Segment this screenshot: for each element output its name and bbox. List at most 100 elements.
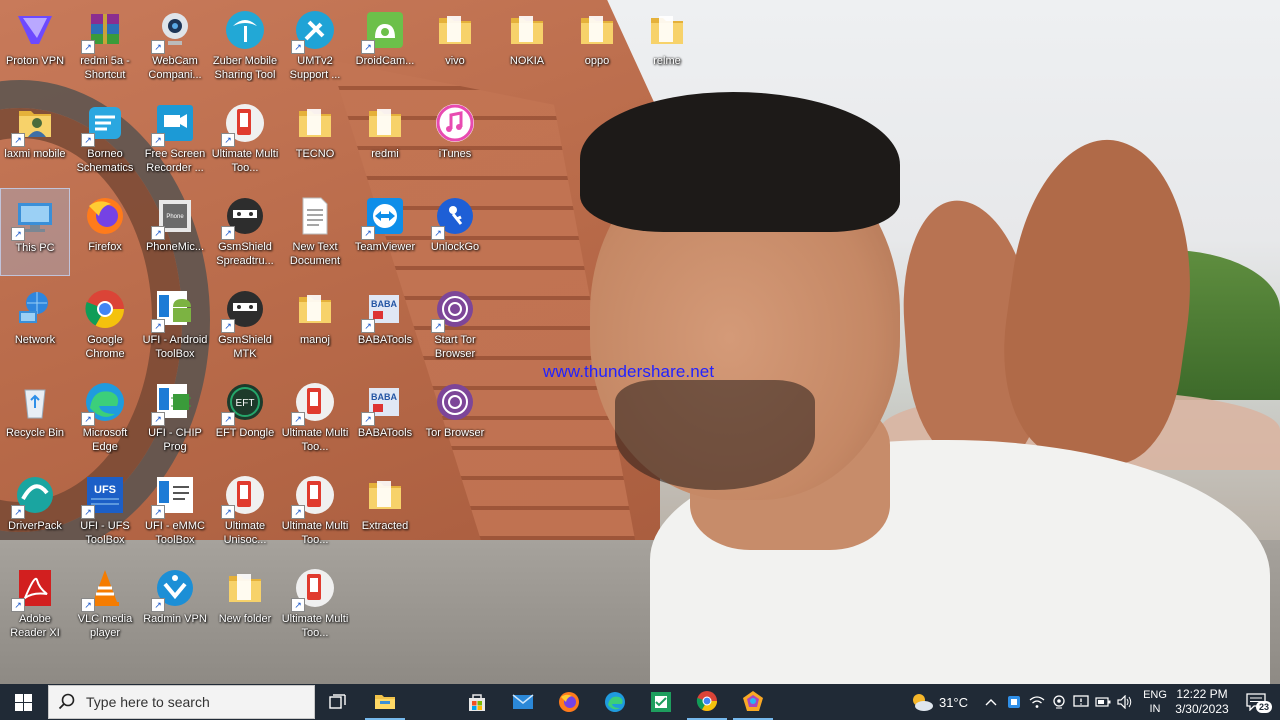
- desktop-icon-teamviewer[interactable]: ↗ TeamViewer: [350, 188, 420, 276]
- tray-volume[interactable]: [1114, 684, 1136, 720]
- tray-battery[interactable]: [1092, 684, 1114, 720]
- shortcut-arrow-icon: ↗: [81, 40, 95, 54]
- babatools-icon: BABA ↗: [361, 287, 407, 333]
- desktop-icon-label: Start Tor Browser: [434, 334, 476, 360]
- desktop-icon-webcam-compani[interactable]: ↗ WebCam Compani...: [140, 2, 210, 90]
- desktop-icon-extracted[interactable]: Extracted: [350, 467, 420, 555]
- palm-tree-icon: [223, 8, 267, 52]
- tray-app-blue[interactable]: [1003, 684, 1025, 720]
- desktop-icon-babatools[interactable]: BABA ↗ BABATools: [350, 374, 420, 462]
- desktop-icon-google-chrome[interactable]: Google Chrome: [70, 281, 140, 369]
- speaker-icon: [1117, 695, 1132, 709]
- desktop-icon-label: vivo: [445, 55, 465, 67]
- start-button[interactable]: [0, 684, 46, 720]
- desktop-icon-redmi[interactable]: redmi: [350, 95, 420, 183]
- show-hidden-icons-button[interactable]: [983, 684, 999, 720]
- desktop-icon-label: NOKIA: [509, 55, 545, 67]
- tray-network[interactable]: [1026, 684, 1048, 720]
- desktop-icon-ultimate-multi-too[interactable]: ↗ Ultimate Multi Too...: [280, 560, 350, 648]
- desktop-icon-ufi-android-toolbox[interactable]: ↗ UFI - Android ToolBox: [140, 281, 210, 369]
- weather-widget[interactable]: 31°C: [906, 684, 972, 720]
- driverpack-icon: ↗: [11, 473, 57, 519]
- desktop-icon-nokia[interactable]: NOKIA: [492, 2, 562, 90]
- desktop-icon-new-text-document[interactable]: New Text Document: [280, 188, 350, 276]
- notification-center-button[interactable]: 23: [1236, 684, 1276, 720]
- desktop-icon-radmin-vpn[interactable]: ↗ Radmin VPN: [140, 560, 210, 648]
- desktop-icon-vivo[interactable]: vivo: [420, 2, 490, 90]
- desktop-icon-tecno[interactable]: TECNO: [280, 95, 350, 183]
- search-input[interactable]: [86, 694, 306, 710]
- desktop-icon-unlockgo[interactable]: ↗ UnlockGo: [420, 188, 490, 276]
- desktop-icon-oppo[interactable]: oppo: [562, 2, 632, 90]
- desktop-icon-manoj[interactable]: manoj: [280, 281, 350, 369]
- desktop-icon-start-tor-browser[interactable]: ↗ Start Tor Browser: [420, 281, 490, 369]
- shortcut-arrow-icon: ↗: [151, 319, 165, 333]
- desktop[interactable]: www.thundershare.net Proton VPN ↗ redmi 5a…: [0, 0, 1280, 684]
- desktop-icon-free-screen-recorder[interactable]: ↗ Free Screen Recorder ...: [140, 95, 210, 183]
- tray-camera[interactable]: [1048, 684, 1070, 720]
- desktop-icon-gsmshield-mtk[interactable]: ↗ GsmShield MTK: [210, 281, 280, 369]
- desktop-icon-tor-browser[interactable]: Tor Browser: [420, 374, 490, 462]
- desktop-icon-ufi-ufs-toolbox[interactable]: UFS ↗ UFI - UFS ToolBox: [70, 467, 140, 555]
- desktop-icon-zuber-mobile-sharing-tool[interactable]: Zuber Mobile Sharing Tool: [210, 2, 280, 90]
- ultimate-multi-tool-icon: ↗: [291, 380, 337, 426]
- desktop-icon-label: UFI - UFS ToolBox: [80, 520, 130, 546]
- desktop-icon-borneo-schematics[interactable]: ↗ Borneo Schematics: [70, 95, 140, 183]
- desktop-icon-vlc-media-player[interactable]: ↗ VLC media player: [70, 560, 140, 648]
- desktop-icon-relme[interactable]: relme: [632, 2, 702, 90]
- desktop-icon-microsoft-edge[interactable]: ↗ Microsoft Edge: [70, 374, 140, 462]
- shortcut-arrow-icon: ↗: [151, 412, 165, 426]
- shortcut-arrow-icon: ↗: [11, 505, 25, 519]
- desktop-icon-ufi-chip-prog[interactable]: ↗ UFI - CHIP Prog: [140, 374, 210, 462]
- taskbar-search-box[interactable]: [48, 685, 315, 719]
- desktop-icon-droidcam[interactable]: ↗ DroidCam...: [350, 2, 420, 90]
- desktop-icon-ufi-emmc-toolbox[interactable]: ↗ UFI - eMMC ToolBox: [140, 467, 210, 555]
- desktop-icon-gsmshield-spreadtru[interactable]: ↗ GsmShield Spreadtru...: [210, 188, 280, 276]
- desktop-icon-phonemic[interactable]: Phone ↗ PhoneMic...: [140, 188, 210, 276]
- folder-icon: [223, 566, 267, 610]
- desktop-icon-label: Ultimate Multi Too...: [211, 148, 279, 174]
- weather-temperature: 31°C: [938, 694, 969, 710]
- taskbar-chrome[interactable]: [687, 684, 727, 720]
- desktop-icon-ultimate-multi-too[interactable]: ↗ Ultimate Multi Too...: [210, 95, 280, 183]
- desktop-icon-new-folder[interactable]: New folder: [210, 560, 280, 648]
- folder-icon: [363, 473, 407, 517]
- desktop-icon-ultimate-unisoc[interactable]: ↗ Ultimate Unisoc...: [210, 467, 280, 555]
- input-language-indicator[interactable]: ENG IN: [1138, 684, 1172, 720]
- desktop-icon-label: UFI - eMMC ToolBox: [145, 520, 205, 546]
- chevron-up-icon: [985, 699, 997, 706]
- tray-app-alert[interactable]: [1070, 684, 1092, 720]
- desktop-icon-this-pc[interactable]: ↗ This PC: [0, 188, 70, 276]
- taskbar: 31°C ENG IN 12:22 PM 3/30/2023 23: [0, 684, 1280, 720]
- chrome-icon: [83, 287, 127, 331]
- desktop-icon-babatools[interactable]: BABA ↗ BABATools: [350, 281, 420, 369]
- desktop-icon-itunes[interactable]: iTunes: [420, 95, 490, 183]
- desktop-icon-eft-dongle[interactable]: EFT ↗ EFT Dongle: [210, 374, 280, 462]
- taskbar-app-color[interactable]: [733, 684, 773, 720]
- wallpaper-person-beard: [615, 380, 815, 490]
- desktop-icon-label: Google Chrome: [85, 334, 125, 360]
- desktop-icon-ultimate-multi-too[interactable]: ↗ Ultimate Multi Too...: [280, 374, 350, 462]
- desktop-icon-adobe-reader-xi[interactable]: ↗ Adobe Reader XI: [0, 560, 70, 648]
- taskbar-microsoft-store[interactable]: [457, 684, 497, 720]
- desktop-icon-network[interactable]: Network: [0, 281, 70, 369]
- taskbar-mail[interactable]: [503, 684, 543, 720]
- folder-icon: [575, 8, 619, 52]
- desktop-icon-proton-vpn[interactable]: Proton VPN: [0, 2, 70, 90]
- task-view-button[interactable]: [320, 684, 356, 720]
- desktop-icon-umtv2-support[interactable]: ↗ UMTv2 Support ...: [280, 2, 350, 90]
- tools-icon: ↗: [291, 8, 337, 54]
- desktop-icon-firefox[interactable]: Firefox: [70, 188, 140, 276]
- taskbar-firefox[interactable]: [549, 684, 589, 720]
- desktop-icon-ultimate-multi-too[interactable]: ↗ Ultimate Multi Too...: [280, 467, 350, 555]
- clock[interactable]: 12:22 PM 3/30/2023: [1170, 684, 1234, 720]
- desktop-icon-driverpack[interactable]: ↗ DriverPack: [0, 467, 70, 555]
- desktop-icon-recycle-bin[interactable]: Recycle Bin: [0, 374, 70, 462]
- tor-icon: ↗: [431, 287, 477, 333]
- desktop-icon-laxmi-mobile[interactable]: ↗ laxmi mobile: [0, 95, 70, 183]
- taskbar-app-green[interactable]: [641, 684, 681, 720]
- desktop-icon-label: Extracted: [361, 520, 409, 532]
- taskbar-file-explorer[interactable]: [365, 684, 405, 720]
- desktop-icon-redmi-5a-shortcut[interactable]: ↗ redmi 5a - Shortcut: [70, 2, 140, 90]
- taskbar-edge[interactable]: [595, 684, 635, 720]
